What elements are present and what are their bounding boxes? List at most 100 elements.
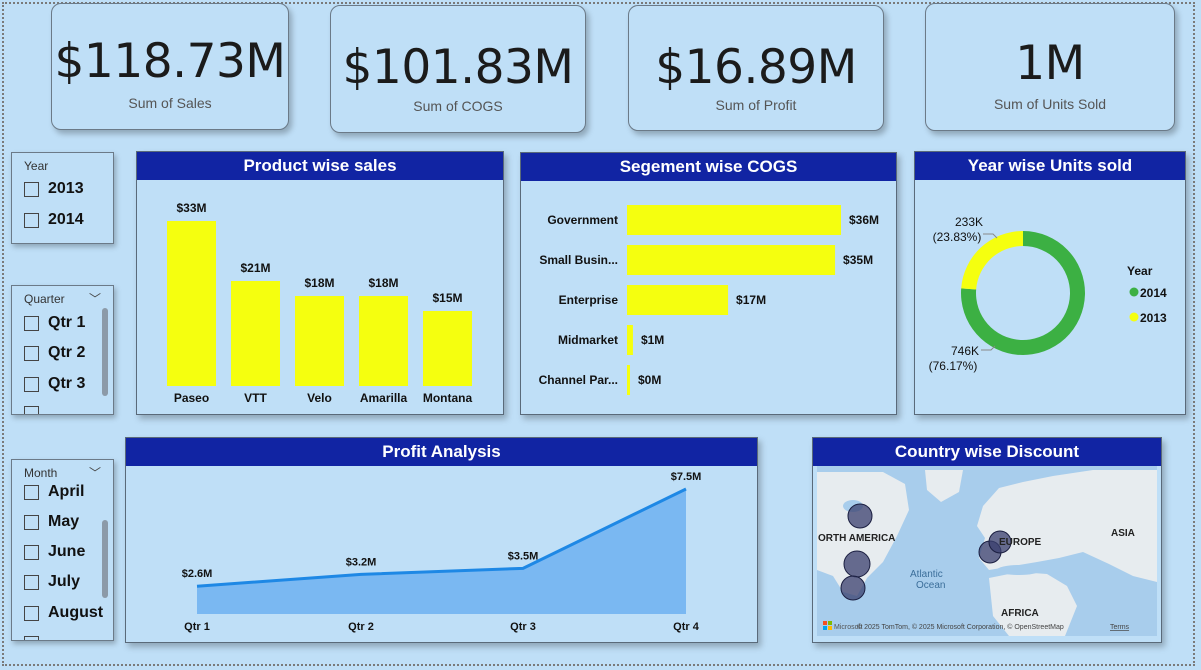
category-label: Channel Par... (539, 373, 618, 387)
slicer-item-label: Qtr 3 (48, 375, 86, 392)
quarter-slicer[interactable]: Quarter ﹀ Qtr 1 Qtr 2 Qtr 3 (11, 285, 114, 415)
slicer-item-partial[interactable] (24, 402, 48, 414)
segment-cogs-chart: Government $36M Small Busin... $35M Enterpri… (539, 205, 879, 395)
panel-title: Segement wise COGS (521, 153, 896, 181)
world-map[interactable]: ORTH AMERICA EUROPE ASIA AFRICA Atlantic… (813, 466, 1161, 642)
bar (627, 365, 630, 395)
slicer-item-label: April (48, 483, 85, 500)
country-discount-panel[interactable]: Country wise Discount ORTH AMERICA EUROP… (812, 437, 1162, 643)
scrollbar[interactable] (102, 520, 108, 598)
checkbox-icon[interactable] (24, 376, 39, 392)
data-label: $36M (849, 213, 879, 227)
units-sold-panel[interactable]: Year wise Units sold 233K (23.83%) 746K (76… (914, 151, 1186, 415)
kpi-value: $16.89M (655, 40, 857, 95)
area-fill (197, 489, 686, 614)
bar (627, 325, 633, 355)
category-label: Amarilla (360, 391, 408, 405)
slicer-item-may[interactable]: May (24, 511, 79, 533)
slicer-item-august[interactable]: August (24, 602, 103, 624)
data-label: 233K (955, 215, 983, 229)
checkbox-icon[interactable] (24, 345, 39, 361)
checkbox-icon[interactable] (24, 405, 39, 414)
data-label: $18M (368, 276, 398, 290)
map-terms-link[interactable]: Terms (1110, 624, 1130, 631)
checkbox-icon[interactable] (24, 544, 39, 560)
map-bubble[interactable] (840, 575, 866, 601)
slicer-item-qtr1[interactable]: Qtr 1 (24, 312, 85, 334)
slicer-item-2013[interactable]: 2013 (24, 178, 84, 200)
bar (627, 245, 836, 275)
product-sales-chart: $33M Paseo $21M VTT $18M Velo $18M Amarilla $15M… (167, 201, 473, 405)
kpi-card-profit[interactable]: $16.89M Sum of Profit (628, 5, 884, 131)
segment-cogs-panel[interactable]: Segement wise COGS Government $36M Small B… (520, 152, 897, 415)
checkbox-icon[interactable] (24, 605, 39, 621)
panel-title: Country wise Discount (813, 438, 1161, 466)
category-label: Montana (423, 391, 473, 405)
checkbox-icon[interactable] (24, 315, 39, 331)
month-slicer[interactable]: Month ﹀ April May June July August (11, 459, 114, 641)
map-attribution: © 2025 TomTom, © 2025 Microsoft Corporat… (857, 623, 1064, 631)
checkbox-icon[interactable] (24, 212, 39, 228)
category-label: Qtr 2 (348, 621, 374, 633)
checkbox-icon[interactable] (24, 514, 39, 530)
slicer-item-label: June (48, 543, 86, 560)
data-label: $15M (432, 291, 462, 305)
chevron-down-icon[interactable]: ﹀ (89, 464, 101, 481)
sea (997, 565, 1041, 575)
slicer-item-april[interactable]: April (24, 481, 84, 503)
slicer-item-june[interactable]: June (24, 541, 85, 563)
bar (295, 296, 344, 386)
data-label: (76.17%) (929, 359, 978, 373)
slicer-item-partial[interactable] (24, 632, 48, 640)
slicer-item-qtr3[interactable]: Qtr 3 (24, 373, 85, 395)
data-label: $17M (736, 293, 766, 307)
kpi-label: Sum of Units Sold (993, 96, 1107, 112)
slicer-item-label: Qtr 2 (48, 344, 86, 361)
slicer-item-label: July (48, 573, 81, 590)
profit-analysis-panel[interactable]: Profit Analysis $2.6M Qtr 1 $3.2M Qtr 2 $3.5… (125, 437, 758, 643)
checkbox-icon[interactable] (24, 484, 39, 500)
category-label: Government (547, 213, 618, 227)
scrollbar[interactable] (102, 308, 108, 396)
category-label: Velo (307, 391, 332, 405)
bar (359, 296, 408, 386)
chevron-down-icon[interactable]: ﹀ (89, 290, 101, 307)
slicer-item-july[interactable]: July (24, 571, 80, 593)
leader-line (983, 233, 998, 239)
category-label: VTT (244, 391, 267, 405)
map-label-asia: ASIA (1111, 528, 1135, 539)
category-label: Qtr 4 (673, 621, 700, 633)
kpi-card-cogs[interactable]: $101.83M Sum of COGS (330, 5, 586, 133)
map-label-ocean: Atlantic (910, 569, 943, 580)
slicer-item-label: 2013 (48, 180, 84, 197)
kpi-card-units[interactable]: 1M Sum of Units Sold (925, 3, 1175, 131)
checkbox-icon[interactable] (24, 635, 39, 640)
map-label-europe: EUROPE (999, 537, 1042, 548)
category-label: Paseo (174, 391, 209, 405)
slicer-item-qtr2[interactable]: Qtr 2 (24, 342, 85, 364)
year-slicer[interactable]: Year 2013 2014 (11, 152, 114, 244)
data-label: $7.5M (671, 471, 702, 483)
bar (167, 221, 216, 386)
kpi-value: $118.73M (54, 34, 286, 89)
map-bubble[interactable] (843, 550, 871, 578)
map-label-africa: AFRICA (1001, 608, 1039, 619)
profit-area-chart: $2.6M Qtr 1 $3.2M Qtr 2 $3.5M Qtr 3 $7.5M Qtr 4 (182, 471, 702, 633)
kpi-card-sales[interactable]: $118.73M Sum of Sales (51, 3, 289, 130)
legend-label: 2013 (1140, 311, 1167, 325)
category-label: Qtr 3 (510, 621, 536, 633)
product-sales-panel[interactable]: Product wise sales $33M Paseo $21M VTT $18M V… (136, 151, 504, 415)
slicer-item-2014[interactable]: 2014 (24, 209, 84, 231)
data-label: $3.2M (346, 556, 377, 568)
data-label: $3.5M (508, 550, 539, 562)
checkbox-icon[interactable] (24, 574, 39, 590)
slicer-item-label: August (48, 604, 104, 621)
checkbox-icon[interactable] (24, 181, 39, 197)
kpi-label: Sum of COGS (413, 98, 503, 114)
slicer-item-label: 2014 (48, 211, 84, 228)
data-label: $1M (641, 333, 664, 347)
data-label: $33M (176, 201, 206, 215)
map-bubble[interactable] (847, 503, 873, 529)
slicer-title: Month (24, 466, 58, 480)
legend-label: 2014 (1140, 286, 1167, 300)
